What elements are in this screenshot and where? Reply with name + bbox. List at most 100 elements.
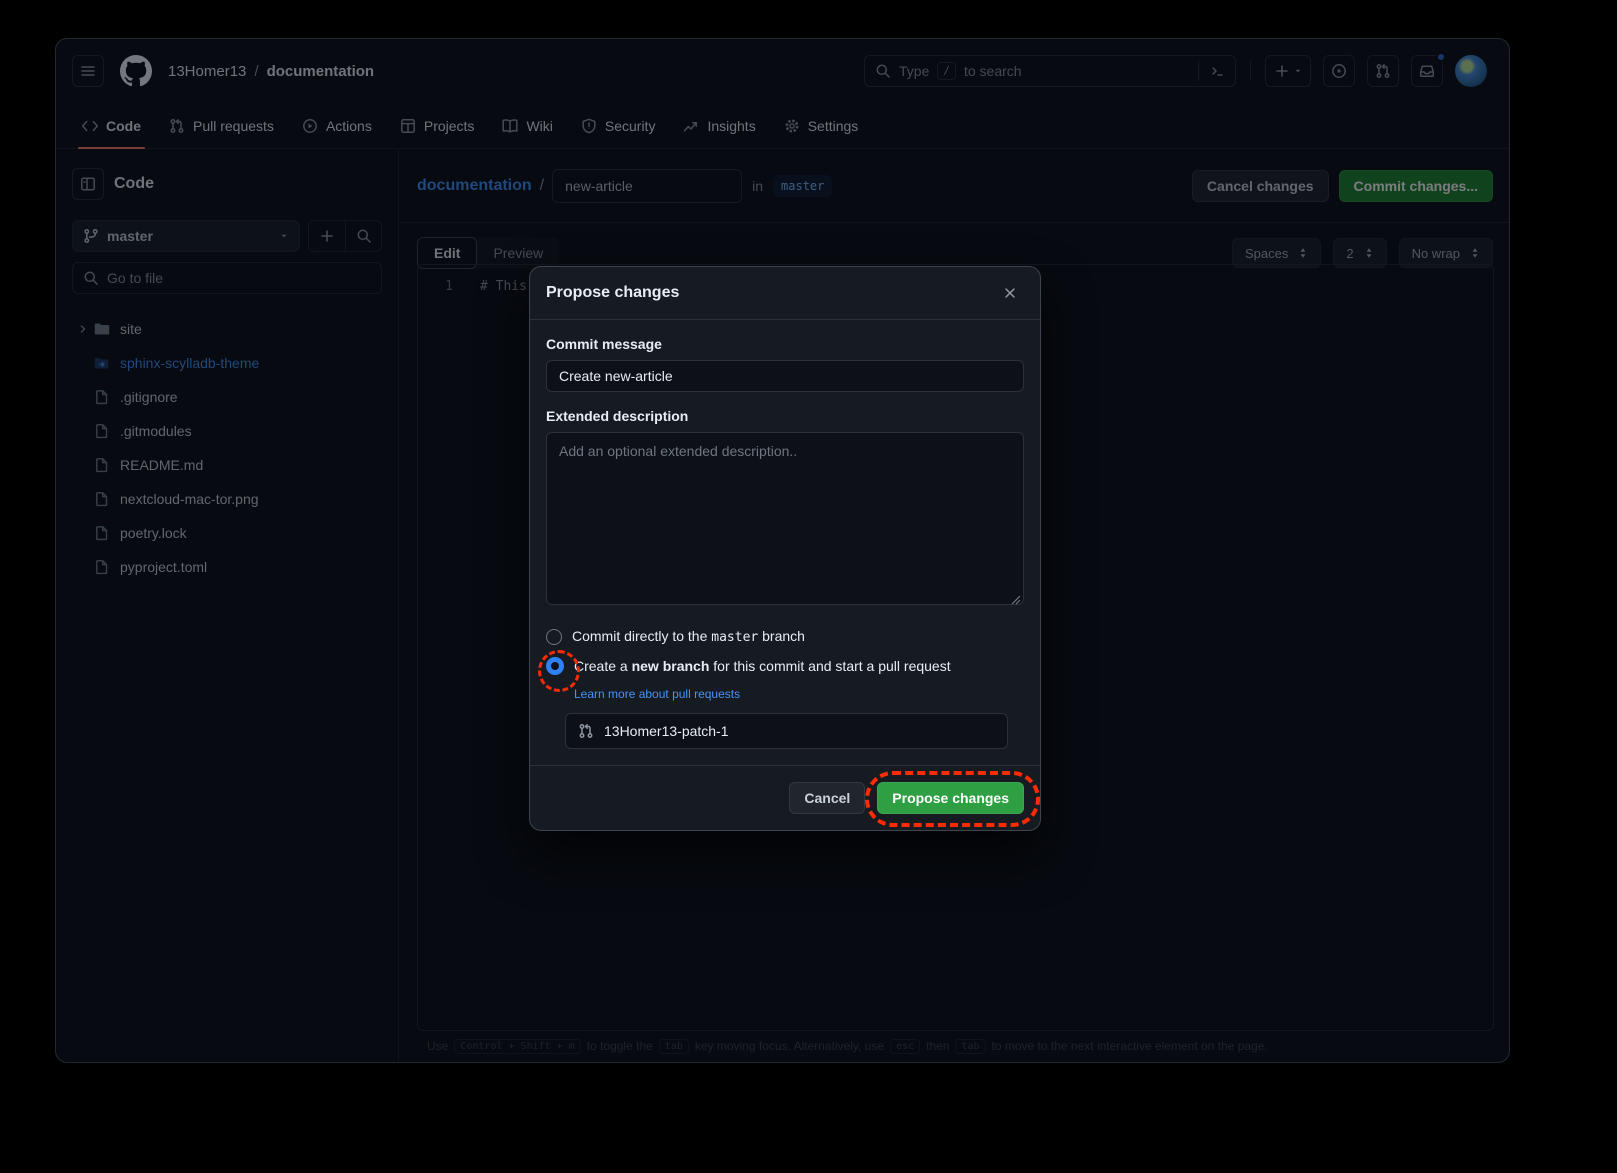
- issue-opened-icon: [1331, 63, 1347, 79]
- hamburger-menu-button[interactable]: [72, 55, 104, 87]
- tree-item-sphinx-scylladb-theme[interactable]: sphinx-scylladb-theme: [72, 346, 382, 380]
- tree-item-site[interactable]: site: [72, 312, 382, 346]
- commit-message-label: Commit message: [546, 336, 1024, 352]
- commit-changes-button[interactable]: Commit changes...: [1339, 170, 1493, 202]
- tab-projects[interactable]: Projects: [386, 103, 489, 148]
- issues-button[interactable]: [1323, 55, 1355, 87]
- tree-item-poetry-lock[interactable]: poetry.lock: [72, 516, 382, 550]
- resize-grip-icon[interactable]: [1011, 595, 1021, 605]
- cancel-button[interactable]: Cancel: [789, 782, 865, 814]
- new-file-button[interactable]: [309, 221, 345, 251]
- tree-item-nextcloud-png[interactable]: nextcloud-mac-tor.png: [72, 482, 382, 516]
- notification-badge-dot: [1436, 52, 1446, 62]
- file-tree-sidebar: Code master: [56, 150, 398, 1062]
- create-branch-option[interactable]: Create a new branch for this commit and …: [546, 657, 1024, 675]
- kbd-control-shift-m: Control + Shift + m: [454, 1039, 580, 1054]
- updown-arrows-icon: [1364, 247, 1374, 259]
- search-placeholder-post: to search: [964, 63, 1022, 79]
- sidebar-title: Code: [114, 175, 154, 193]
- search-placeholder-pre: Type: [899, 63, 929, 79]
- create-new-button[interactable]: [1265, 55, 1311, 87]
- cancel-changes-button[interactable]: Cancel changes: [1192, 170, 1329, 202]
- tree-item-gitignore[interactable]: .gitignore: [72, 380, 382, 414]
- dialog-title: Propose changes: [546, 284, 996, 302]
- tab-wiki[interactable]: Wiki: [488, 103, 566, 148]
- git-pull-request-icon: [578, 723, 594, 739]
- chevron-down-icon: [279, 231, 289, 241]
- file-tree: site sphinx-scylladb-theme .gitignore .g…: [72, 312, 382, 584]
- tree-item-gitmodules[interactable]: .gitmodules: [72, 414, 382, 448]
- file-icon: [94, 389, 110, 405]
- plus-icon: [319, 228, 335, 244]
- shield-icon: [581, 118, 597, 134]
- tab-actions[interactable]: Actions: [288, 103, 386, 148]
- submodule-folder-icon: [94, 355, 110, 371]
- gear-icon: [784, 118, 800, 134]
- updown-arrows-icon: [1470, 247, 1480, 259]
- propose-changes-dialog: Propose changes Commit message Extended …: [529, 266, 1041, 831]
- global-search-input[interactable]: Type / to search: [864, 55, 1236, 87]
- kbd-tab: tab: [659, 1039, 689, 1054]
- radio-commit-direct[interactable]: [546, 629, 562, 645]
- in-label: in: [752, 178, 763, 194]
- search-icon: [875, 63, 891, 79]
- chevron-right-icon: [72, 323, 94, 335]
- new-branch-name-field[interactable]: [565, 713, 1008, 749]
- branch-selector[interactable]: master: [72, 220, 300, 252]
- updown-arrows-icon: [1298, 247, 1308, 259]
- create-branch-label: Create a new branch for this commit and …: [574, 658, 951, 674]
- user-avatar[interactable]: [1455, 55, 1487, 87]
- inbox-icon: [1419, 63, 1435, 79]
- filename-input[interactable]: [552, 169, 742, 203]
- slash-key-hint: /: [937, 62, 956, 80]
- search-icon: [356, 228, 372, 244]
- graph-icon: [683, 118, 699, 134]
- tab-code[interactable]: Code: [68, 103, 155, 148]
- propose-changes-button[interactable]: Propose changes: [877, 782, 1024, 814]
- collapse-panel-button[interactable]: [72, 168, 104, 200]
- pull-requests-button[interactable]: [1367, 55, 1399, 87]
- extended-description-label: Extended description: [546, 408, 1024, 424]
- owner-link[interactable]: 13Homer13: [168, 63, 246, 80]
- extended-description-textarea[interactable]: [546, 432, 1024, 605]
- repo-root-link[interactable]: documentation: [417, 177, 532, 195]
- close-dialog-button[interactable]: [996, 279, 1024, 307]
- github-logo-icon[interactable]: [120, 55, 152, 87]
- project-table-icon: [400, 118, 416, 134]
- radio-create-branch[interactable]: [546, 657, 564, 675]
- breadcrumb-separator: /: [254, 63, 258, 80]
- close-icon: [1003, 286, 1017, 300]
- learn-more-link[interactable]: Learn more about pull requests: [574, 687, 1024, 701]
- github-window: 13Homer13 / documentation Type / to sear…: [55, 38, 1510, 1063]
- hamburger-icon: [80, 63, 96, 79]
- go-to-file-input[interactable]: [107, 270, 371, 286]
- tree-item-readme[interactable]: README.md: [72, 448, 382, 482]
- commit-message-input[interactable]: [546, 360, 1024, 392]
- git-pull-request-icon: [1375, 63, 1391, 79]
- current-branch-label: master: [107, 228, 153, 244]
- git-branch-icon: [83, 228, 99, 244]
- path-separator: /: [540, 177, 544, 195]
- file-icon: [94, 491, 110, 507]
- line-number: 1: [418, 279, 480, 294]
- tab-pull-requests[interactable]: Pull requests: [155, 103, 288, 148]
- commit-direct-option[interactable]: Commit directly to the master branch: [546, 628, 1024, 645]
- tree-item-pyproject-toml[interactable]: pyproject.toml: [72, 550, 382, 584]
- tab-security[interactable]: Security: [567, 103, 670, 148]
- code-icon: [82, 118, 98, 134]
- chevron-down-icon: [1293, 66, 1303, 76]
- notifications-button[interactable]: [1411, 55, 1443, 87]
- command-palette-icon[interactable]: [1198, 61, 1225, 81]
- repo-nav-tabs: Code Pull requests Actions Projects Wiki…: [56, 103, 1509, 149]
- commit-direct-label: Commit directly to the master branch: [572, 628, 805, 645]
- repo-link[interactable]: documentation: [267, 63, 375, 80]
- file-icon: [94, 423, 110, 439]
- file-icon: [94, 559, 110, 575]
- search-this-repo-button[interactable]: [345, 221, 381, 251]
- tab-insights[interactable]: Insights: [669, 103, 769, 148]
- side-panel-icon: [80, 176, 96, 192]
- file-icon: [94, 525, 110, 541]
- new-branch-name-input[interactable]: [604, 723, 995, 739]
- tab-settings[interactable]: Settings: [770, 103, 873, 148]
- go-to-file-field[interactable]: [72, 262, 382, 294]
